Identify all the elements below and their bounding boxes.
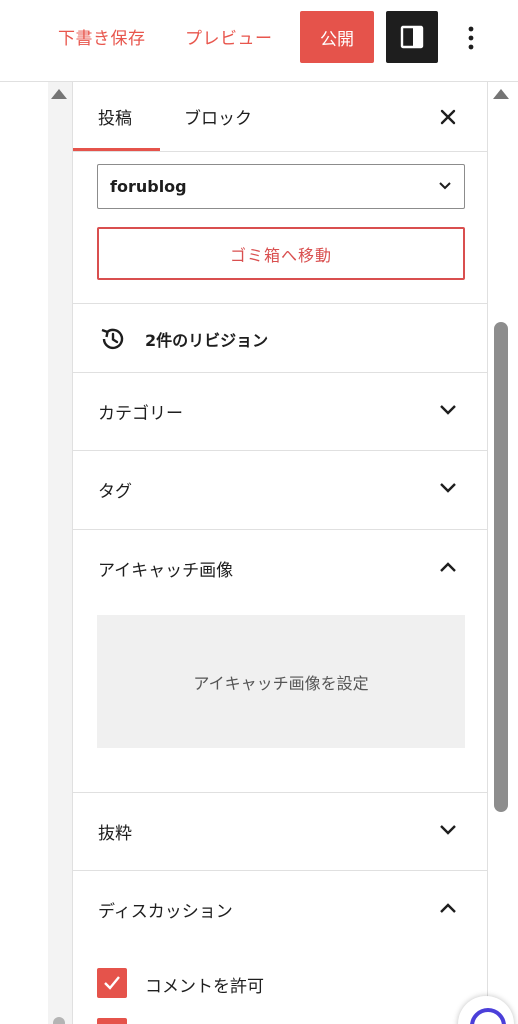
tags-panel-toggle[interactable]: タグ (73, 451, 487, 527)
next-discussion-checkbox[interactable] (97, 1018, 127, 1024)
author-select[interactable]: forublog (97, 164, 465, 209)
sidebar-scrollbar-thumb[interactable] (494, 322, 508, 812)
scroll-up-arrow-icon[interactable] (51, 89, 67, 99)
chevron-down-icon (440, 825, 456, 835)
author-selected-value: forublog (110, 177, 187, 196)
revisions-link[interactable]: 2件のリビジョン (73, 304, 487, 372)
scroll-down-arrow-icon[interactable] (53, 1017, 65, 1024)
chevron-down-icon (439, 182, 451, 190)
editor-canvas-edge (48, 82, 72, 1024)
chevron-up-icon (440, 903, 456, 913)
publish-button[interactable]: 公開 (300, 11, 374, 63)
active-tab-indicator (73, 148, 160, 151)
history-icon (101, 328, 124, 350)
tags-label: タグ (98, 482, 132, 502)
tab-block[interactable]: ブロック (184, 104, 252, 129)
tab-post[interactable]: 投稿 (98, 104, 132, 129)
excerpt-label: 抜粋 (98, 824, 132, 844)
editor-toolbar: 下書き保存 プレビュー 公開 (0, 0, 518, 82)
scroll-up-arrow-icon[interactable] (493, 89, 509, 99)
set-featured-image-button[interactable]: アイキャッチ画像を設定 (97, 615, 465, 748)
options-menu-button[interactable] (456, 20, 486, 56)
revisions-label: 2件のリビジョン (145, 331, 269, 350)
move-to-trash-button[interactable]: ゴミ箱へ移動 (97, 227, 465, 280)
save-draft-button[interactable]: 下書き保存 (58, 24, 146, 49)
allow-comments-checkbox[interactable] (97, 968, 127, 998)
excerpt-panel-toggle[interactable]: 抜粋 (73, 793, 487, 869)
close-sidebar-button[interactable] (433, 102, 463, 132)
settings-panel-toggle-button[interactable] (386, 11, 438, 63)
sidebar-tabs: 投稿 ブロック (73, 82, 487, 152)
chevron-up-icon (440, 562, 456, 572)
featured-image-panel-toggle[interactable]: アイキャッチ画像 (73, 530, 487, 606)
allow-comments-label: コメントを許可 (145, 977, 264, 997)
discussion-label: ディスカッション (98, 902, 233, 922)
close-icon (440, 109, 456, 125)
featured-image-label: アイキャッチ画像 (98, 561, 234, 581)
categories-panel-toggle[interactable]: カテゴリー (73, 373, 487, 449)
checkmark-icon (104, 976, 120, 990)
chevron-down-icon (440, 483, 456, 493)
settings-sidebar: 投稿 ブロック forublog ゴミ箱へ移動 2件のリビジョン カテゴリー タ… (72, 82, 488, 1024)
preview-button[interactable]: プレビュー (185, 24, 273, 49)
sidebar-toggle-icon (400, 25, 424, 49)
discussion-panel-toggle[interactable]: ディスカッション (73, 871, 487, 947)
categories-label: カテゴリー (98, 404, 183, 424)
more-vertical-icon (468, 26, 474, 50)
chevron-down-icon (440, 405, 456, 415)
